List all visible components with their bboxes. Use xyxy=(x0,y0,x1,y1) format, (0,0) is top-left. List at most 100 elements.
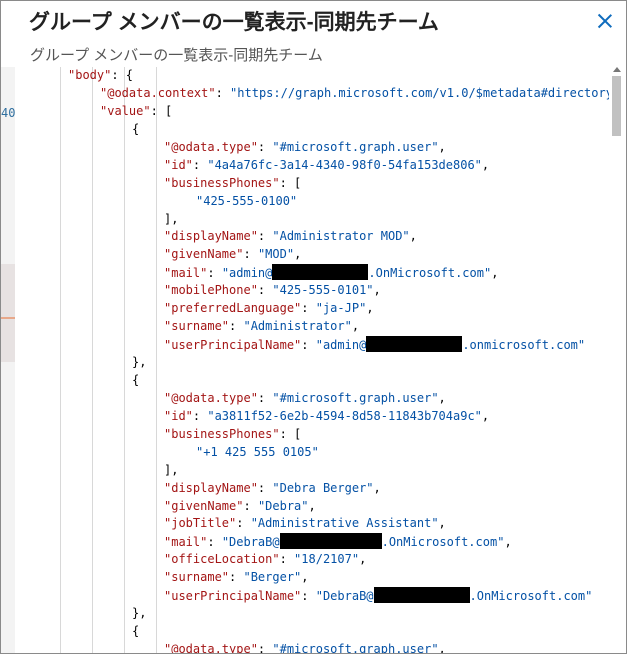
code-line: "businessPhones": [ xyxy=(15,175,609,193)
background-accent-line xyxy=(1,317,15,319)
code-line: "surname": "Berger", xyxy=(15,569,609,587)
code-line: ], xyxy=(15,211,609,229)
json-string: "Administrator" xyxy=(243,319,352,334)
json-string: "+1 425 555 0105" xyxy=(196,444,319,459)
json-punctuation: , xyxy=(481,157,490,172)
json-key: "preferredLanguage" xyxy=(164,301,302,316)
json-punctuation: , xyxy=(294,247,302,262)
code-line: { xyxy=(15,623,609,641)
code-line: "@odata.context": "https://graph.microso… xyxy=(15,85,609,103)
code-line: ], xyxy=(15,462,609,480)
json-punctuation: : xyxy=(301,338,316,353)
json-key: "mail" xyxy=(164,535,208,550)
vertical-scrollbar[interactable] xyxy=(609,67,626,653)
json-key: "userPrincipalName" xyxy=(164,338,302,353)
json-punctuation: : xyxy=(257,390,273,405)
json-string: "Debra Berger" xyxy=(272,480,374,495)
redaction-block xyxy=(366,336,463,353)
json-punctuation: : xyxy=(257,229,273,244)
json-punctuation: { xyxy=(132,121,140,136)
code-line: "jobTitle": "Administrative Assistant", xyxy=(15,515,609,533)
code-line: { xyxy=(15,121,609,139)
json-key: "id" xyxy=(164,408,193,423)
json-string: "425-555-0101" xyxy=(272,283,374,298)
json-key: "surname" xyxy=(164,319,230,334)
code-line: "displayName": "Administrator MOD", xyxy=(15,228,609,246)
json-punctuation: : [ xyxy=(150,103,173,118)
json-punctuation: : xyxy=(279,552,295,567)
redaction-block xyxy=(373,587,470,604)
code-line: "userPrincipalName": "DebraB@ .OnMicrosof… xyxy=(15,587,609,605)
json-punctuation: ], xyxy=(164,462,179,477)
json-punctuation: : xyxy=(192,157,208,172)
json-string: "a3811f52-6e2b-4594-8d58-11843b704a9c" xyxy=(207,408,482,423)
json-key: "surname" xyxy=(164,570,230,585)
json-punctuation: : [ xyxy=(279,426,302,441)
json-string: "https://graph.microsoft.com/v1.0/$metad… xyxy=(230,85,609,100)
json-key: "@odata.context" xyxy=(100,85,216,100)
json-punctuation: { xyxy=(132,624,140,639)
json-punctuation: : xyxy=(215,85,231,100)
json-string: .onmicrosoft.com" xyxy=(462,338,586,353)
code-line: "preferredLanguage": "ja-JP", xyxy=(15,300,609,318)
json-punctuation: , xyxy=(301,570,309,585)
json-punctuation: , xyxy=(373,480,381,495)
json-string: "Debra" xyxy=(257,498,309,513)
json-punctuation: , xyxy=(491,266,499,281)
code-line: "425-555-0100" xyxy=(15,193,609,211)
json-punctuation: : xyxy=(229,570,244,585)
json-punctuation: : xyxy=(257,480,273,495)
json-key: "givenName" xyxy=(164,247,244,262)
json-punctuation: : xyxy=(243,498,258,513)
code-line: "body": { xyxy=(15,67,609,85)
code-line: "+1 425 555 0105" xyxy=(15,444,609,462)
json-punctuation: , xyxy=(438,139,446,154)
json-string: "Administrator MOD" xyxy=(272,229,410,244)
close-icon[interactable] xyxy=(595,11,615,31)
json-punctuation: ], xyxy=(164,211,179,226)
code-line: "businessPhones": [ xyxy=(15,426,609,444)
json-string: "Berger" xyxy=(243,570,302,585)
json-string: "ja-JP" xyxy=(315,301,367,316)
json-punctuation: , xyxy=(308,498,316,513)
json-key: "businessPhones" xyxy=(164,426,280,441)
json-code-view[interactable]: "body": {"@odata.context": "https://grap… xyxy=(15,67,609,653)
json-key: "givenName" xyxy=(164,498,244,513)
json-string: "4a4a76fc-3a14-4340-98f0-54fa153de806" xyxy=(207,157,482,172)
json-punctuation: }, xyxy=(132,355,147,369)
scroll-thumb[interactable] xyxy=(612,76,621,136)
background-page-strip: 40 xyxy=(1,67,15,653)
background-shaded-region xyxy=(1,264,15,362)
scroll-up-arrow-icon[interactable] xyxy=(613,67,621,72)
json-punctuation: : xyxy=(192,408,208,423)
json-string: "18/2107" xyxy=(294,552,360,567)
json-key: "businessPhones" xyxy=(164,175,280,190)
code-line: "@odata.type": "#microsoft.graph.user", xyxy=(15,139,609,157)
json-punctuation: : { xyxy=(111,68,134,82)
json-punctuation: : xyxy=(301,589,316,604)
json-punctuation: , xyxy=(481,408,490,423)
code-line: "surname": "Administrator", xyxy=(15,318,609,336)
json-key: "userPrincipalName" xyxy=(164,589,302,604)
json-punctuation: : xyxy=(243,247,258,262)
json-punctuation: : xyxy=(257,139,273,154)
json-string: "#microsoft.graph.user" xyxy=(272,390,439,405)
code-line: "displayName": "Debra Berger", xyxy=(15,480,609,498)
json-punctuation: : xyxy=(301,301,316,316)
json-punctuation: { xyxy=(132,372,140,387)
json-key: "mobilePhone" xyxy=(164,283,258,298)
code-line: "mobilePhone": "425-555-0101", xyxy=(15,282,609,300)
json-punctuation: , xyxy=(351,319,360,334)
code-line: { xyxy=(15,372,609,390)
json-string: "#microsoft.graph.user" xyxy=(272,139,439,154)
json-key: "id" xyxy=(164,157,193,172)
code-line: "value": [ xyxy=(15,103,609,121)
json-string: .OnMicrosoft.com" xyxy=(381,535,505,550)
json-key: "@odata.type" xyxy=(164,390,258,405)
dialog-title: グループ メンバーの一覧表示-同期先チーム xyxy=(29,11,439,34)
json-punctuation: , xyxy=(373,283,381,298)
code-line: "officeLocation": "18/2107", xyxy=(15,551,609,569)
code-line: }, xyxy=(15,605,609,623)
json-punctuation: , xyxy=(409,229,417,244)
json-punctuation: : xyxy=(257,642,273,653)
